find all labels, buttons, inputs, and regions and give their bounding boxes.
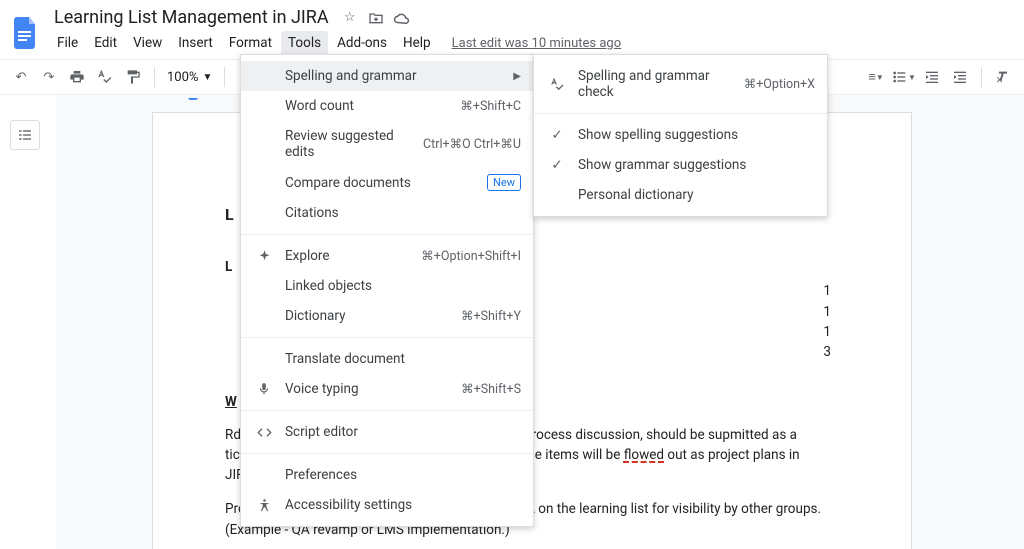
tools-menu-dropdown: Spelling and grammar ▶ Word count ⌘+Shift+… <box>240 54 534 527</box>
print-button[interactable] <box>64 64 90 90</box>
submenu-item-show-grammar[interactable]: ✓ Show grammar suggestions <box>534 150 827 180</box>
spellcheck-icon <box>548 77 566 92</box>
doc-heading: L <box>225 205 234 224</box>
menu-item-review-edits[interactable]: Review suggested edits Ctrl+⌘O Ctrl+⌘U <box>241 121 533 167</box>
last-edit-text[interactable]: Last edit was 10 minutes ago <box>452 36 622 51</box>
docs-logo-icon[interactable] <box>8 15 44 51</box>
menu-item-explore[interactable]: Explore ⌘+Option+Shift+I <box>241 241 533 271</box>
outline-toggle-button[interactable] <box>10 120 40 150</box>
menu-addons[interactable]: Add-ons <box>330 31 394 55</box>
menu-label: Script editor <box>285 424 521 440</box>
menu-item-compare-documents[interactable]: Compare documents New <box>241 167 533 198</box>
menu-label: Linked objects <box>285 278 521 294</box>
star-icon[interactable]: ☆ <box>341 9 359 27</box>
menu-item-translate[interactable]: Translate document <box>241 344 533 374</box>
script-icon <box>255 425 273 440</box>
menu-item-spelling-grammar[interactable]: Spelling and grammar ▶ <box>241 61 533 91</box>
menu-separator <box>241 453 533 454</box>
toc-page: 1 <box>823 302 831 322</box>
mic-icon <box>255 382 273 396</box>
menu-item-word-count[interactable]: Word count ⌘+Shift+C <box>241 91 533 121</box>
title-area: Learning List Management in JIRA ☆ File … <box>48 6 1016 59</box>
menu-item-accessibility[interactable]: Accessibility settings <box>241 490 533 520</box>
section-heading: W <box>225 394 237 410</box>
submenu-item-personal-dictionary[interactable]: Personal dictionary <box>534 180 827 210</box>
cloud-icon[interactable] <box>393 9 411 27</box>
menu-label: Preferences <box>285 467 521 483</box>
accessibility-icon <box>255 498 273 513</box>
menu-label: Spelling and grammar <box>285 68 501 84</box>
menu-item-citations[interactable]: Citations <box>241 198 533 228</box>
undo-button[interactable]: ↶ <box>8 64 34 90</box>
menu-label: Review suggested edits <box>285 128 411 160</box>
menu-view[interactable]: View <box>126 31 169 55</box>
menu-shortcut: ⌘+Option+X <box>744 76 815 92</box>
menu-shortcut: ⌘+Shift+Y <box>461 308 521 324</box>
menu-label: Show spelling suggestions <box>578 127 815 143</box>
menu-separator <box>534 113 827 114</box>
menu-label: Word count <box>285 98 448 114</box>
menu-label: Dictionary <box>285 308 449 324</box>
check-icon: ✓ <box>548 127 566 143</box>
zoom-selector[interactable]: 100%▼ <box>163 70 216 85</box>
align-button[interactable]: ≡▼ <box>863 64 889 90</box>
menu-separator <box>241 234 533 235</box>
app-header: Learning List Management in JIRA ☆ File … <box>0 0 1024 59</box>
submenu-item-show-spelling[interactable]: ✓ Show spelling suggestions <box>534 120 827 150</box>
bullet-list-button[interactable]: ▼ <box>891 64 917 90</box>
menu-item-script-editor[interactable]: Script editor <box>241 417 533 447</box>
move-icon[interactable] <box>367 9 385 27</box>
menu-shortcut: ⌘+Shift+C <box>460 98 521 114</box>
clear-formatting-button[interactable] <box>990 64 1016 90</box>
toc-page: 3 <box>823 342 831 362</box>
redo-button[interactable]: ↷ <box>36 64 62 90</box>
indent-button[interactable] <box>947 64 973 90</box>
toc-page: 1 <box>823 322 831 342</box>
doc-title[interactable]: Learning List Management in JIRA <box>50 6 333 29</box>
submenu-arrow-icon: ▶ <box>513 71 521 82</box>
menu-format[interactable]: Format <box>222 31 279 55</box>
spelling-squiggle[interactable]: flowed <box>624 447 664 463</box>
menu-file[interactable]: File <box>50 31 85 55</box>
menu-label: Explore <box>285 248 409 264</box>
toc-page: 1 <box>823 281 831 301</box>
menu-item-voice-typing[interactable]: Voice typing ⌘+Shift+S <box>241 374 533 404</box>
menu-shortcut: ⌘+Shift+S <box>461 381 521 397</box>
spellcheck-button[interactable] <box>92 64 118 90</box>
menu-item-dictionary[interactable]: Dictionary ⌘+Shift+Y <box>241 301 533 331</box>
menu-label: Spelling and grammar check <box>578 68 732 100</box>
paint-format-button[interactable] <box>120 64 146 90</box>
menu-tools[interactable]: Tools <box>281 31 328 55</box>
menu-item-preferences[interactable]: Preferences <box>241 460 533 490</box>
menu-separator <box>241 410 533 411</box>
menu-insert[interactable]: Insert <box>171 31 220 55</box>
menu-label: Show grammar suggestions <box>578 157 815 173</box>
menu-item-linked-objects[interactable]: Linked objects <box>241 271 533 301</box>
menu-label: Voice typing <box>285 381 449 397</box>
toc-heading: L <box>225 259 232 275</box>
zoom-value: 100% <box>167 70 198 85</box>
menu-label: Citations <box>285 205 521 221</box>
submenu-item-check[interactable]: Spelling and grammar check ⌘+Option+X <box>534 61 827 107</box>
menu-label: Accessibility settings <box>285 497 521 513</box>
menu-edit[interactable]: Edit <box>87 31 124 55</box>
spelling-grammar-submenu: Spelling and grammar check ⌘+Option+X ✓ Sh… <box>533 54 828 217</box>
menu-separator <box>241 337 533 338</box>
check-icon: ✓ <box>548 157 566 173</box>
menu-help[interactable]: Help <box>396 31 438 55</box>
explore-icon <box>255 249 273 264</box>
menu-shortcut: ⌘+Option+Shift+I <box>421 248 521 264</box>
menu-label: Compare documents <box>285 175 475 191</box>
menu-label: Translate document <box>285 351 521 367</box>
menu-shortcut: Ctrl+⌘O Ctrl+⌘U <box>423 136 521 152</box>
menu-label: Personal dictionary <box>578 187 815 203</box>
outdent-button[interactable] <box>919 64 945 90</box>
new-badge: New <box>487 174 521 191</box>
